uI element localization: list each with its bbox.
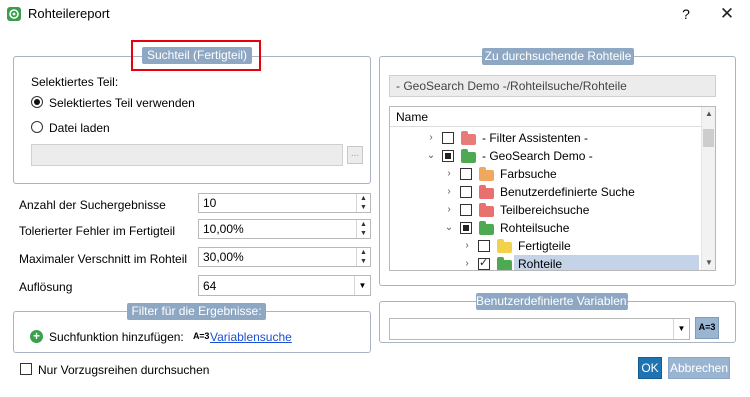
- result-count-value: 10: [203, 196, 217, 210]
- tree-row-label: Fertigteile: [518, 239, 571, 253]
- title-bar: Rohteilereport ? ✕: [0, 0, 750, 28]
- increment-icon[interactable]: ▲: [357, 194, 370, 203]
- app-icon: [7, 7, 21, 21]
- variable-search-link[interactable]: Variablensuche: [210, 330, 292, 344]
- chevron-down-icon[interactable]: ▼: [673, 319, 689, 339]
- scroll-thumb[interactable]: [703, 129, 714, 147]
- ok-button[interactable]: OK: [638, 357, 662, 379]
- selected-part-label: Selektiertes Teil:: [31, 75, 119, 89]
- tree-checkbox[interactable]: [460, 204, 472, 216]
- tree-checkbox[interactable]: [460, 186, 472, 198]
- tree-row[interactable]: › Fertigteile: [390, 237, 703, 255]
- browse-button[interactable]: ...: [347, 146, 363, 164]
- radio-load-file[interactable]: [31, 121, 43, 133]
- folder-icon: [479, 167, 494, 181]
- tree-row[interactable]: ⌄ Rohteilsuche: [390, 219, 703, 237]
- max-waste-label: Maximaler Verschnitt im Rohteil: [19, 252, 188, 266]
- tree-row[interactable]: › Benutzerdefinierte Suche: [390, 183, 703, 201]
- tree-row[interactable]: ⌄ - GeoSearch Demo -: [390, 147, 703, 165]
- scroll-up-icon[interactable]: ▲: [705, 109, 713, 118]
- tree-row-label: Farbsuche: [500, 167, 557, 181]
- tree-checkbox[interactable]: [460, 222, 472, 234]
- close-button[interactable]: ✕: [716, 4, 738, 24]
- tree-group-title: Zu durchsuchende Rohteile: [482, 48, 634, 65]
- tree-column-header[interactable]: Name: [390, 107, 701, 127]
- expand-icon[interactable]: ›: [444, 165, 454, 183]
- expand-icon[interactable]: ›: [426, 129, 436, 147]
- variable-icon: A=3: [193, 331, 210, 341]
- tree-checkbox[interactable]: [442, 132, 454, 144]
- collapse-icon[interactable]: ⌄: [444, 219, 454, 237]
- user-vars-group-title: Benutzerdefinierte Variablen:: [476, 293, 630, 310]
- folder-icon: [479, 185, 494, 199]
- decrement-icon[interactable]: ▼: [357, 229, 370, 238]
- increment-icon[interactable]: ▲: [357, 248, 370, 257]
- tree-checkbox[interactable]: [478, 240, 490, 252]
- tree-row[interactable]: › Rohteile: [390, 255, 703, 271]
- folder-icon: [497, 257, 512, 270]
- radio-use-selected[interactable]: [31, 96, 43, 108]
- preferred-only-label[interactable]: Nur Vorzugsreihen durchsuchen: [38, 363, 209, 377]
- decrement-icon[interactable]: ▼: [357, 257, 370, 266]
- tree-checkbox[interactable]: [460, 168, 472, 180]
- tree-row-label: - Filter Assistenten -: [482, 131, 589, 145]
- tree-checkbox[interactable]: [478, 256, 490, 270]
- tree-row-label: Rohteile: [518, 257, 563, 271]
- help-button[interactable]: ?: [676, 4, 696, 24]
- expand-icon[interactable]: ›: [444, 201, 454, 219]
- variable-button[interactable]: A=3: [695, 317, 719, 339]
- window-title: Rohteilereport: [28, 6, 110, 21]
- tree-scrollbar[interactable]: ▲ ▼: [701, 107, 715, 270]
- preferred-only-checkbox[interactable]: [20, 363, 32, 375]
- tree-view[interactable]: Name ▲ ▼ › - Filter Assistenten - ⌄ - GeoSe…: [389, 106, 716, 271]
- tolerance-label: Tolerierter Fehler im Fertigteil: [19, 224, 176, 238]
- tree-checkbox[interactable]: [442, 150, 454, 162]
- search-part-group-title: Suchteil (Fertigteil): [142, 47, 252, 64]
- tree-row-label: Rohteilsuche: [500, 221, 570, 235]
- tree-row[interactable]: › - Filter Assistenten -: [390, 129, 703, 147]
- increment-icon[interactable]: ▲: [357, 220, 370, 229]
- tree-row-label: Teilbereichsuche: [500, 203, 590, 217]
- folder-icon: [497, 239, 512, 253]
- resolution-label: Auflösung: [19, 280, 73, 294]
- result-count-stepper[interactable]: 10 ▲ ▼: [198, 193, 371, 213]
- folder-icon: [479, 221, 494, 235]
- max-waste-stepper[interactable]: 30,00% ▲ ▼: [198, 247, 371, 267]
- add-search-icon[interactable]: +: [30, 330, 43, 343]
- tree-path-field: - GeoSearch Demo -/Rohteilsuche/Rohteile: [389, 75, 716, 97]
- resolution-value: 64: [203, 279, 217, 293]
- add-search-label: Suchfunktion hinzufügen:: [49, 330, 184, 344]
- user-vars-select[interactable]: ▼: [389, 318, 690, 340]
- max-waste-value: 30,00%: [203, 250, 244, 264]
- folder-icon: [479, 203, 494, 217]
- folder-icon: [461, 149, 476, 163]
- expand-icon[interactable]: ›: [462, 255, 472, 270]
- tolerance-value: 10,00%: [203, 222, 244, 236]
- decrement-icon[interactable]: ▼: [357, 203, 370, 212]
- tree-row-label: - GeoSearch Demo -: [482, 149, 593, 163]
- file-path-field[interactable]: [31, 144, 343, 166]
- filter-group-title: Filter für die Ergebnisse:: [127, 303, 266, 320]
- cancel-button[interactable]: Abbrechen: [668, 357, 730, 379]
- folder-icon: [461, 131, 476, 145]
- radio-use-selected-label[interactable]: Selektiertes Teil verwenden: [49, 96, 195, 110]
- tree-row[interactable]: › Teilbereichsuche: [390, 201, 703, 219]
- scroll-down-icon[interactable]: ▼: [705, 258, 713, 267]
- expand-icon[interactable]: ›: [444, 183, 454, 201]
- expand-icon[interactable]: ›: [462, 237, 472, 255]
- chevron-down-icon[interactable]: ▼: [354, 276, 370, 295]
- radio-load-file-label[interactable]: Datei laden: [49, 121, 110, 135]
- result-count-label: Anzahl der Suchergebnisse: [19, 198, 166, 212]
- resolution-select[interactable]: 64 ▼: [198, 275, 371, 296]
- collapse-icon[interactable]: ⌄: [426, 147, 436, 165]
- tree-row[interactable]: › Farbsuche: [390, 165, 703, 183]
- tolerance-stepper[interactable]: 10,00% ▲ ▼: [198, 219, 371, 239]
- tree-rows: › - Filter Assistenten - ⌄ - GeoSearch Demo…: [390, 127, 703, 271]
- tree-row-label: Benutzerdefinierte Suche: [500, 185, 635, 199]
